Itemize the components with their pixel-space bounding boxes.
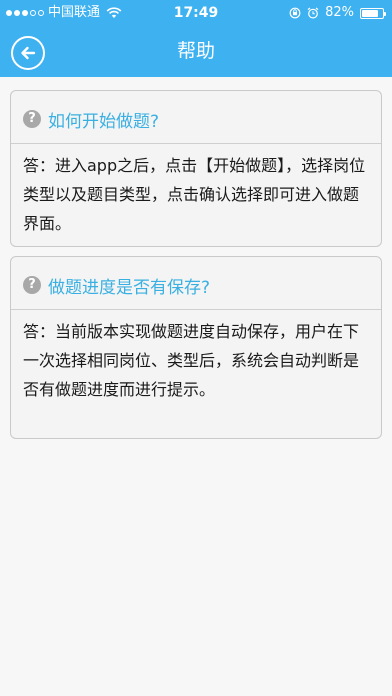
battery-fill (362, 9, 378, 17)
orientation-lock-icon (289, 7, 301, 19)
question-mark-icon: ? (23, 276, 41, 294)
page-title: 帮助 (176, 40, 215, 62)
battery-percent: 82% (325, 5, 354, 20)
status-bar: 中国联通 17:49 82% (0, 0, 392, 26)
question-mark-icon: ? (23, 110, 41, 128)
answer-text: 答：当前版本实现做题进度自动保存，用户在下一次选择相同岗位、类型后，系统会自动判… (23, 322, 360, 399)
status-right: 82% (289, 0, 386, 26)
battery-icon (360, 7, 386, 19)
faq-question: ? 做题进度是否有保存? (23, 269, 369, 301)
question-text: 如何开始做题? (48, 111, 160, 132)
divider (11, 143, 381, 144)
answer-text: 答：进入app之后，点击【开始做题】，选择岗位类型以及题目类型，点击确认选择即可… (23, 156, 366, 233)
faq-question: ? 如何开始做题? (23, 103, 369, 135)
top-bar: 中国联通 17:49 82% 帮助 (0, 0, 392, 77)
faq-card: ? 做题进度是否有保存? 答：当前版本实现做题进度自动保存，用户在下一次选择相同… (10, 256, 382, 439)
alarm-clock-icon (307, 7, 319, 19)
divider (11, 309, 381, 310)
question-text: 做题进度是否有保存? (48, 277, 211, 298)
header: 帮助 (0, 26, 392, 77)
faq-card: ? 如何开始做题? 答：进入app之后，点击【开始做题】，选择岗位类型以及题目类… (10, 90, 382, 247)
